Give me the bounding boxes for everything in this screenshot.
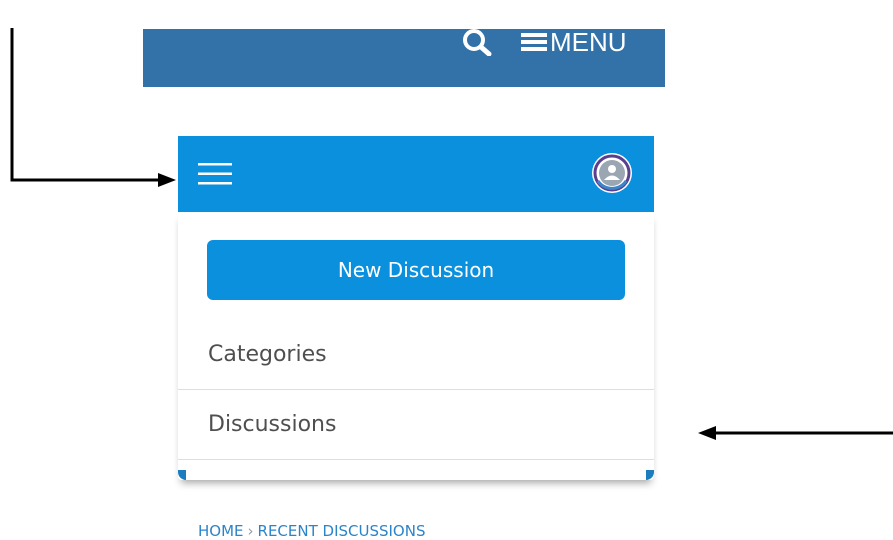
nav-item-discussions[interactable]: Discussions [178,390,654,460]
menu-icon [521,33,547,51]
nav-item-categories[interactable]: Categories [178,320,654,390]
forum-app-bar [178,136,654,212]
menu-label: MENU [550,27,627,57]
breadcrumb-home-link[interactable]: HOME [198,522,244,540]
nav-item-label: Categories [208,342,327,367]
breadcrumb-current-link[interactable]: RECENT DISCUSSIONS [258,522,426,540]
menu-button[interactable]: MENU [521,24,627,60]
breadcrumb: HOME › RECENT DISCUSSIONS [198,522,425,540]
nav-item-label: Discussions [208,412,337,437]
breadcrumb-separator: › [247,522,254,540]
hamburger-icon[interactable] [198,162,232,186]
search-icon[interactable] [462,28,492,56]
avatar-icon[interactable] [590,151,634,195]
new-discussion-button[interactable]: New Discussion [207,240,625,300]
